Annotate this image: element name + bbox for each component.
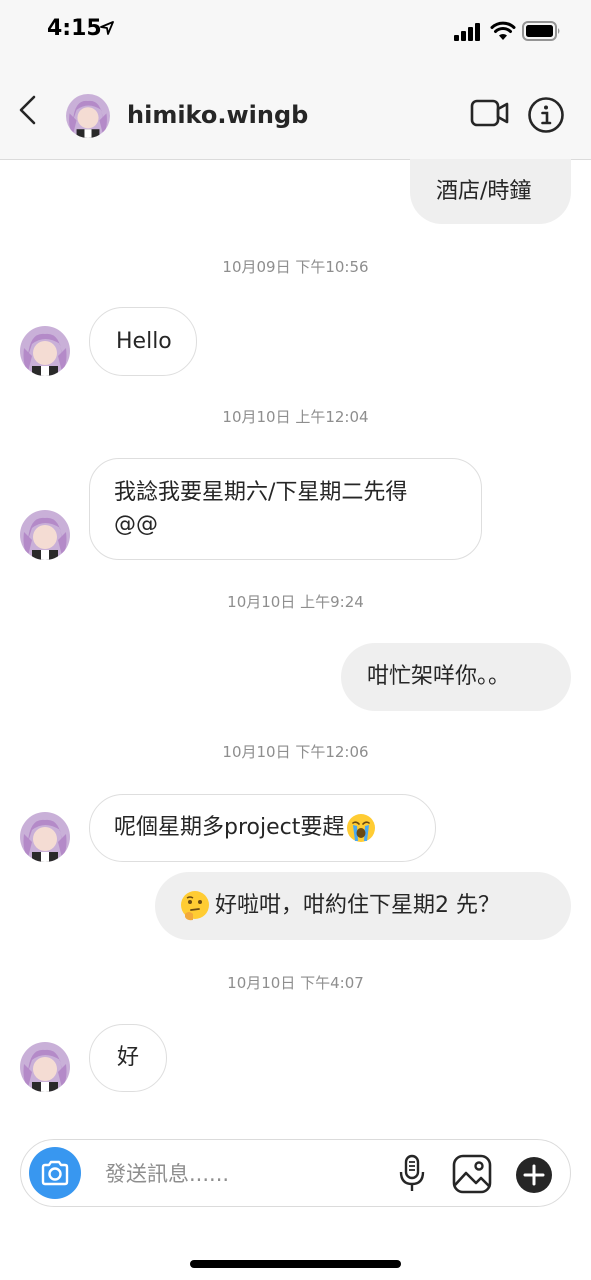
timestamp: 10月10日 上午9:24 (227, 593, 364, 611)
header-username[interactable]: himiko.wingb (127, 101, 308, 129)
message-text: 好 (116, 1045, 139, 1070)
timestamp: 10月09日 下午10:56 (222, 258, 369, 276)
cellular-signal-icon (454, 23, 480, 41)
incoming-message[interactable]: Hello (89, 307, 197, 376)
incoming-message[interactable]: 好 (89, 1024, 167, 1092)
message-input[interactable] (103, 1154, 397, 1194)
battery-icon (522, 21, 560, 41)
microphone-icon[interactable] (397, 1154, 427, 1194)
sender-avatar[interactable] (20, 812, 70, 862)
timestamp: 10月10日 下午4:07 (227, 974, 364, 992)
message-text-line: 我諗我要星期六/下星期二先得 (114, 480, 408, 505)
video-camera-icon[interactable] (470, 98, 510, 128)
info-icon[interactable] (527, 96, 565, 134)
message-text-line: @@ (114, 512, 158, 537)
status-time: 4:15 (47, 16, 102, 41)
back-chevron-icon[interactable] (14, 94, 42, 126)
outgoing-message[interactable]: 好啦咁，咁約住下星期2 先？ (155, 872, 571, 940)
message-text: 呢個星期多project要趕 (114, 815, 345, 840)
message-text: 酒店/時鐘 (436, 178, 532, 204)
sender-avatar[interactable] (20, 326, 70, 376)
header-avatar[interactable] (66, 94, 110, 138)
timestamp: 10月10日 上午12:04 (222, 408, 369, 426)
camera-button[interactable] (29, 1147, 81, 1199)
image-gallery-icon[interactable] (452, 1154, 492, 1194)
dm-screen: 4:15 himiko.wingb 酒店/時鐘 10月09日 下午10:56 H… (0, 0, 591, 1280)
status-bar: 4:15 (0, 0, 591, 64)
incoming-message[interactable]: 我諗我要星期六/下星期二先得 @@ (89, 458, 482, 560)
outgoing-message[interactable]: 酒店/時鐘 (410, 159, 571, 224)
incoming-message[interactable]: 呢個星期多project要趕 (89, 794, 436, 862)
message-text: 好啦咁，咁約住下星期2 先？ (215, 893, 500, 918)
plus-circle-icon[interactable] (515, 1156, 553, 1194)
message-composer (20, 1139, 571, 1207)
sender-avatar[interactable] (20, 1042, 70, 1092)
message-text: 咁忙架咩你。。 (367, 664, 511, 689)
loudly-crying-emoji-icon (347, 814, 376, 842)
wifi-icon (490, 21, 516, 40)
camera-icon (41, 1160, 69, 1186)
sender-avatar[interactable] (20, 510, 70, 560)
outgoing-message[interactable]: 咁忙架咩你。。 (341, 643, 571, 711)
timestamp: 10月10日 下午12:06 (222, 743, 369, 761)
conversation-header: himiko.wingb (0, 64, 591, 160)
thinking-face-emoji-icon (181, 891, 209, 921)
message-text: Hello (116, 328, 172, 354)
home-indicator (190, 1260, 401, 1268)
location-arrow-icon (100, 21, 114, 35)
